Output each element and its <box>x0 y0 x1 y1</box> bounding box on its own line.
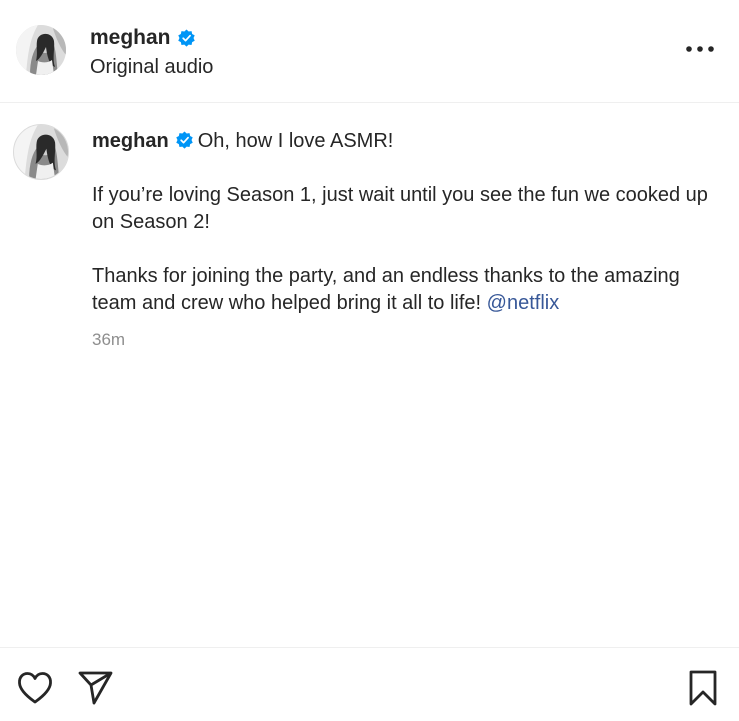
avatar-image <box>16 25 66 75</box>
paper-plane-icon <box>78 671 113 705</box>
comment-text-first: Oh, how I love ASMR! <box>197 130 394 152</box>
verified-badge-icon <box>177 28 196 48</box>
avatar[interactable] <box>16 25 66 75</box>
comment-timestamp[interactable]: 36m <box>92 330 125 350</box>
share-button[interactable] <box>78 670 113 705</box>
more-horizontal-icon <box>686 46 714 52</box>
comment-paragraph: Thanks for joining the party, and an end… <box>92 263 712 317</box>
action-bar <box>0 647 739 721</box>
avatar-image <box>14 125 68 179</box>
comment-username[interactable]: meghan <box>92 130 169 152</box>
comment-paragraph-text: Thanks for joining the party, and an end… <box>92 265 680 314</box>
audio-label[interactable]: Original audio <box>90 56 213 79</box>
mention-link[interactable]: @netflix <box>487 292 560 314</box>
comment-paragraph: If you’re loving Season 1, just wait unt… <box>92 184 708 233</box>
post-header: meghan Original audio <box>0 0 739 103</box>
post-username[interactable]: meghan <box>90 26 171 50</box>
save-button[interactable] <box>688 670 718 706</box>
more-options-button[interactable] <box>685 38 715 60</box>
comment-first-line: meghan Oh, how I love ASMR! <box>92 128 712 155</box>
like-button[interactable] <box>17 671 53 705</box>
verified-badge-icon <box>175 131 194 150</box>
comment-avatar[interactable] <box>13 124 69 180</box>
comment-body: meghan Oh, how I love ASMR! If you’re lo… <box>92 128 712 317</box>
post-username-row[interactable]: meghan <box>90 26 196 50</box>
heart-icon <box>18 672 52 704</box>
bookmark-icon <box>689 670 717 706</box>
